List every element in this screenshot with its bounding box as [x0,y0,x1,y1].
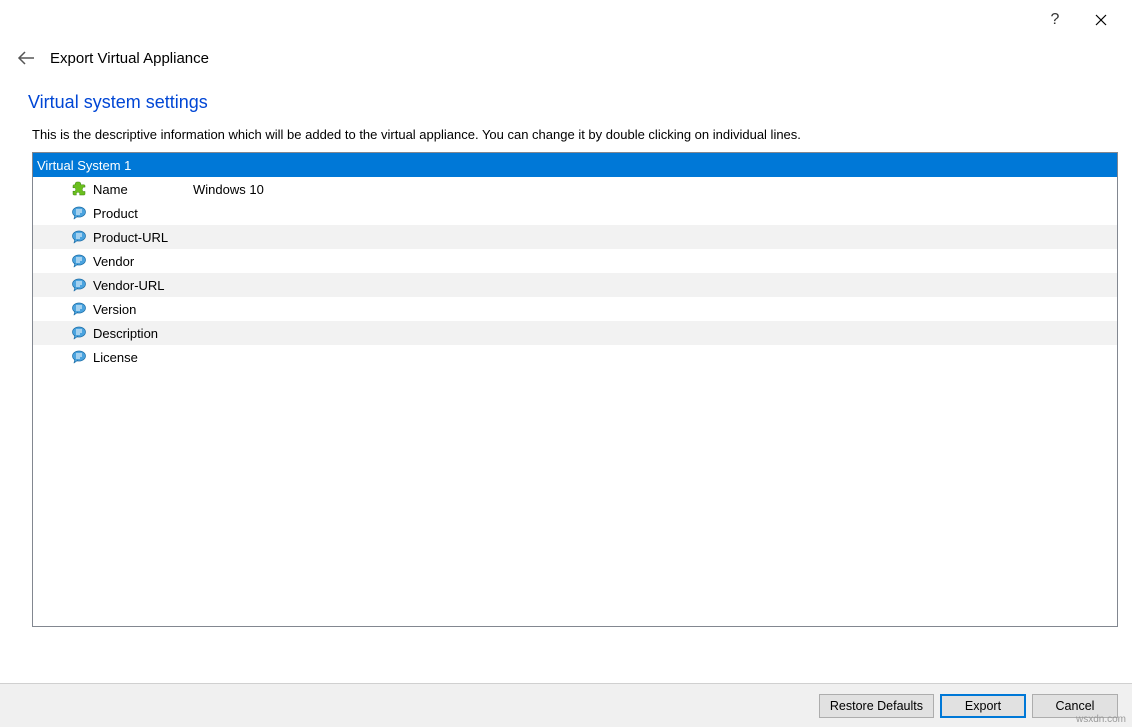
button-bar: Restore Defaults Export Cancel [0,683,1132,727]
export-button[interactable]: Export [940,694,1026,718]
table-row[interactable]: License [33,345,1117,369]
property-label: Vendor-URL [93,278,193,293]
property-value[interactable]: Windows 10 [193,182,1117,197]
wizard-title: Export Virtual Appliance [50,50,209,67]
property-label: License [93,350,193,365]
table-row[interactable]: Version [33,297,1117,321]
title-bar: ? [0,0,1132,40]
restore-defaults-button[interactable]: Restore Defaults [819,694,934,718]
table-row[interactable]: Product [33,201,1117,225]
close-button[interactable] [1078,4,1124,36]
speech-bubble-icon [33,325,93,341]
property-label: Vendor [93,254,193,269]
table-row[interactable]: Description [33,321,1117,345]
back-button[interactable] [16,48,36,68]
page-description: This is the descriptive information whic… [0,127,1132,152]
system-header-label: Virtual System 1 [37,158,131,173]
speech-bubble-icon [33,229,93,245]
property-label: Name [93,182,193,197]
table-row[interactable]: Product-URL [33,225,1117,249]
close-icon [1095,14,1107,26]
property-label: Product-URL [93,230,193,245]
speech-bubble-icon [33,277,93,293]
speech-bubble-icon [33,253,93,269]
speech-bubble-icon [33,301,93,317]
property-label: Description [93,326,193,341]
puzzle-icon [33,181,93,197]
cancel-button[interactable]: Cancel [1032,694,1118,718]
property-label: Product [93,206,193,221]
speech-bubble-icon [33,349,93,365]
help-button[interactable]: ? [1032,4,1078,36]
page-title: Virtual system settings [0,86,1132,127]
table-row[interactable]: NameWindows 10 [33,177,1117,201]
property-label: Version [93,302,193,317]
table-row[interactable]: Vendor [33,249,1117,273]
system-header-row[interactable]: Virtual System 1 [33,153,1117,177]
table-row[interactable]: Vendor-URL [33,273,1117,297]
speech-bubble-icon [33,205,93,221]
wizard-header: Export Virtual Appliance [0,40,1132,86]
settings-table: Virtual System 1 NameWindows 10ProductPr… [32,152,1118,627]
back-arrow-icon [17,51,35,65]
